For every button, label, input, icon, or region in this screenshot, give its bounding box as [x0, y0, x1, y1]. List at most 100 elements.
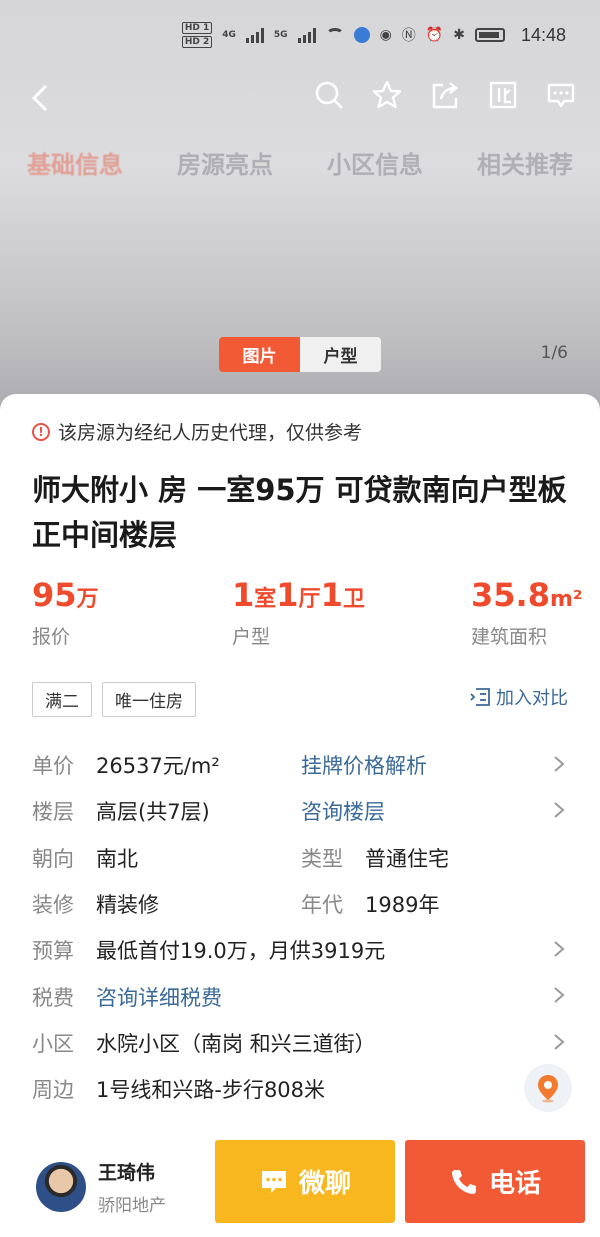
- tax-consult-link[interactable]: 咨询详细税费: [96, 982, 222, 1012]
- star-icon: [372, 80, 402, 109]
- tab-floorplan[interactable]: 户型: [300, 337, 381, 372]
- notice-text: 该房源为经纪人历史代理，仅供参考: [58, 422, 363, 444]
- area-unit: m²: [549, 587, 583, 612]
- battery-icon: [474, 28, 505, 42]
- chevron-right-icon[interactable]: [552, 939, 566, 959]
- tag-over-two-years: 满二: [32, 682, 92, 717]
- sim-indicators: HD 1 HD 2: [181, 22, 213, 48]
- back-button[interactable]: [26, 82, 56, 114]
- compare-button[interactable]: [488, 80, 518, 110]
- decoration-value: 精装修: [96, 893, 159, 918]
- share-button[interactable]: [430, 80, 460, 110]
- halls-number: 1: [276, 576, 299, 614]
- area-number: 35.8: [471, 576, 550, 614]
- price-value: 95万: [32, 576, 99, 614]
- nav-actions: [314, 80, 576, 110]
- info-row-community[interactable]: 小区 水院小区（南岗 和兴三道街）: [32, 1020, 572, 1066]
- wifi-icon: [325, 28, 344, 42]
- year-key: 年代: [301, 893, 343, 918]
- agent-info: 王琦伟 骄阳地产: [98, 1158, 166, 1216]
- info-list: 单价 26537元/m² 挂牌价格解析 楼层 高层(共7层) 咨询楼层 朝向 南…: [32, 742, 572, 1113]
- share-icon: [432, 82, 458, 109]
- bottom-action-bar: 王琦伟 骄阳地产 微聊 电话: [0, 1132, 600, 1237]
- unit-price-key: 单价: [32, 754, 74, 779]
- call-button[interactable]: 电话: [405, 1140, 585, 1223]
- year-cell: 年代 1989年: [301, 889, 439, 919]
- compare-list-icon: [470, 688, 490, 706]
- budget-value: 最低首付19.0万，月供3919元: [96, 939, 386, 964]
- key-stats: 95万 报价 1室1厅1卫 户型 35.8m² 建筑面积: [32, 576, 583, 656]
- status-icons: HD 1 HD 2 4G 5G ◉ Ⓝ ⏰ ✱: [181, 22, 505, 48]
- orientation-key: 朝向: [32, 846, 74, 871]
- search-button[interactable]: [314, 80, 344, 110]
- info-row-decoration: 装修 精装修 年代 1989年: [32, 881, 572, 927]
- agent-card[interactable]: 王琦伟 骄阳地产: [36, 1158, 166, 1216]
- orientation-value: 南北: [96, 846, 138, 871]
- bluetooth-icon: ✱: [453, 27, 465, 43]
- add-to-compare-button[interactable]: 加入对比: [470, 684, 568, 710]
- community-key: 小区: [32, 1031, 74, 1056]
- history-notice: ! 该房源为经纪人历史代理，仅供参考: [32, 418, 362, 445]
- chevron-right-icon[interactable]: [552, 985, 566, 1005]
- tab-basic-info[interactable]: 基础信息: [27, 145, 123, 180]
- community-value: 水院小区（南岗 和兴三道街）: [96, 1031, 376, 1056]
- sim-1-chip: HD 1: [181, 22, 213, 34]
- info-row-orientation: 朝向 南北 类型 普通住宅: [32, 835, 572, 881]
- listing-detail-card: ! 该房源为经纪人历史代理，仅供参考 师大附小 房 一室95万 可贷款南向户型板…: [0, 394, 600, 1237]
- message-button[interactable]: [546, 80, 576, 110]
- network-4g-label: 4G: [222, 30, 236, 40]
- area-label: 建筑面积: [471, 626, 548, 648]
- nearby-key: 周边: [32, 1078, 74, 1103]
- halls-unit: 厅: [298, 587, 321, 612]
- listing-photo[interactable]: HD 1 HD 2 4G 5G ◉ Ⓝ ⏰ ✱ 14:48 基础信息 房源亮点 …: [0, 0, 600, 420]
- info-row-tax[interactable]: 税费 咨询详细税费: [32, 973, 572, 1019]
- eye-icon: ◉: [379, 27, 392, 43]
- favorite-button[interactable]: [372, 80, 402, 110]
- chat-bubble-icon: [261, 1170, 286, 1193]
- unit-price-value: 26537元/m²: [96, 754, 220, 779]
- alarm-icon: ⏰: [425, 27, 444, 43]
- stat-area: 35.8m² 建筑面积: [471, 576, 583, 649]
- chevron-right-icon[interactable]: [552, 800, 566, 820]
- avatar[interactable]: [36, 1162, 86, 1212]
- nearby-value: 1号线和兴路-步行808米: [96, 1078, 326, 1103]
- compare-icon: [489, 81, 517, 109]
- price-number: 95: [32, 576, 77, 614]
- budget-key: 预算: [32, 939, 74, 964]
- signal-icon: [245, 27, 264, 43]
- info-row-nearby: 周边 1号线和兴路-步行808米: [32, 1064, 572, 1113]
- compare-label: 加入对比: [496, 688, 568, 709]
- listing-tags: 满二 唯一住房: [32, 682, 196, 717]
- baths-number: 1: [320, 576, 343, 614]
- chevron-right-icon[interactable]: [552, 1032, 566, 1052]
- agent-name: 王琦伟: [98, 1162, 156, 1184]
- sim-2-chip: HD 2: [181, 36, 213, 48]
- info-row-floor: 楼层 高层(共7层) 咨询楼层: [32, 788, 572, 834]
- info-row-unit-price: 单价 26537元/m² 挂牌价格解析: [32, 742, 572, 788]
- tag-only-home: 唯一住房: [102, 682, 196, 717]
- tab-community-info[interactable]: 小区信息: [327, 145, 423, 180]
- signal-2-icon: [297, 27, 316, 43]
- stat-price: 95万 报价: [32, 576, 99, 649]
- chat-button[interactable]: 微聊: [215, 1140, 395, 1223]
- network-5g-label: 5G: [273, 30, 288, 40]
- search-icon: [315, 81, 343, 109]
- tab-recommendations[interactable]: 相关推荐: [477, 145, 573, 180]
- message-icon: [547, 83, 575, 108]
- app-indicator-icon: [353, 27, 370, 43]
- info-icon: !: [32, 422, 50, 441]
- info-row-budget[interactable]: 预算 最低首付19.0万，月供3919元: [32, 927, 572, 973]
- rooms-unit: 室: [254, 587, 277, 612]
- baths-unit: 卫: [342, 587, 365, 612]
- tab-photos[interactable]: 图片: [219, 337, 300, 372]
- floor-consult-link[interactable]: 咨询楼层: [301, 796, 385, 826]
- price-unit: 万: [76, 587, 99, 612]
- tab-highlights[interactable]: 房源亮点: [177, 145, 273, 180]
- floor-key: 楼层: [32, 800, 74, 825]
- chevron-right-icon[interactable]: [552, 754, 566, 774]
- map-button[interactable]: [524, 1064, 572, 1113]
- type-value: 普通住宅: [365, 846, 449, 871]
- call-button-label: 电话: [488, 1169, 541, 1199]
- chevron-left-icon: [31, 84, 48, 112]
- price-analysis-link[interactable]: 挂牌价格解析: [301, 750, 427, 780]
